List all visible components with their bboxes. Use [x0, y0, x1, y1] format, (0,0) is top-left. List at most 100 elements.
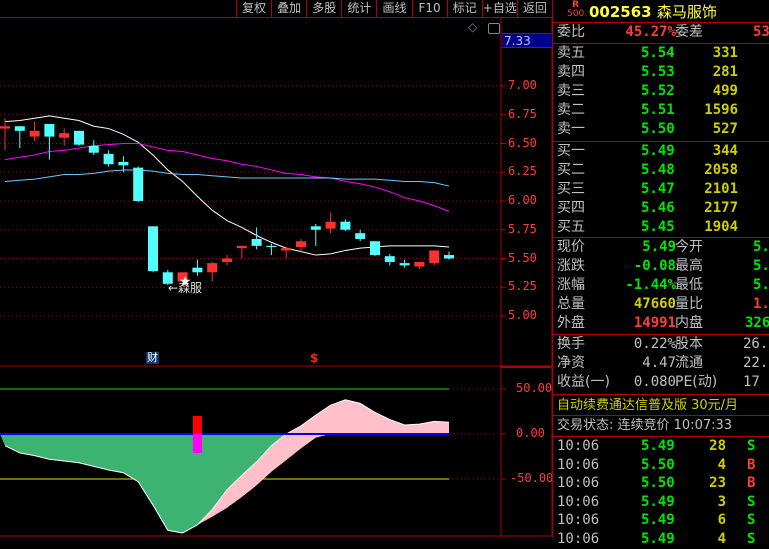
stock-name: 森马服饰 — [656, 3, 717, 21]
fin-row-cell: 股本 — [675, 336, 703, 352]
price-axis-tick: 5.00 — [508, 308, 537, 322]
ask-row: 卖四 5.53 281 — [557, 63, 769, 82]
stat-row-cell: 5. — [753, 258, 769, 274]
weibi-row: 委比 45.27% 委差 53 — [557, 23, 769, 42]
candle-body — [310, 226, 321, 230]
stat-row-cell: 5. — [753, 239, 769, 255]
ask-row-cell: 卖二 — [557, 102, 585, 118]
ask-row-cell: 281 — [712, 64, 738, 80]
ask-row-cell: 5.51 — [641, 102, 675, 118]
tick-row: 10:06 5.49 4 S — [557, 530, 769, 549]
bid-row-cell: 2058 — [704, 162, 738, 178]
ask-row-cell: 5.50 — [641, 121, 675, 137]
tick-row-cell: 4 — [717, 456, 726, 473]
ask-row-cell: 1596 — [704, 102, 738, 118]
ask-row: 卖三 5.52 499 — [557, 82, 769, 101]
bid-row-cell: 2177 — [704, 200, 738, 216]
fin-row: 换手 0.22%股本 26.9 — [557, 335, 769, 354]
candle-body — [14, 126, 25, 131]
candle-body — [281, 248, 292, 251]
bid-row-cell: 买五 — [557, 219, 585, 235]
fin-row-cell: 净资 — [557, 355, 585, 371]
bid-row-cell: 344 — [712, 143, 738, 159]
candle-body — [325, 221, 336, 229]
tick-row-cell: 10:06 — [557, 493, 600, 510]
candle-body — [399, 263, 410, 266]
ask-row-cell: 卖四 — [557, 64, 585, 80]
indicator-axis-tick: 0.00 — [516, 426, 545, 440]
diamond-icon[interactable]: ◇ — [468, 20, 477, 34]
tick-row-cell: S — [747, 512, 756, 528]
ask-row: 卖一 5.50 527 — [557, 120, 769, 139]
tick-row: 10:06 5.50 23 B — [557, 474, 769, 493]
fin-row-cell: 26.9 — [743, 336, 769, 352]
bid-row: 买五 5.45 1904 — [557, 218, 769, 237]
candle-body — [29, 130, 40, 137]
tick-row-cell: 28 — [709, 438, 726, 454]
star-icon: ★ — [179, 274, 192, 290]
ask-row: 卖五 5.54 331 — [557, 44, 769, 63]
price-axis-tick: 5.50 — [508, 250, 537, 265]
stat-row: 涨跌 -0.08 最高 5. — [557, 257, 769, 276]
tick-row-cell: 10:06 — [557, 530, 600, 547]
fin-row-cell: 0.080 — [633, 374, 676, 390]
candle-body — [44, 123, 55, 137]
tick-row-cell: 5.49 — [641, 530, 675, 547]
tick-row: 10:06 5.49 3 S — [557, 493, 769, 512]
candle-body — [370, 241, 380, 256]
stat-row: 总量 47660 量比 1. — [557, 295, 769, 314]
fin-row-cell: 收益(一) — [557, 374, 610, 390]
tick-row-cell: 5.50 — [641, 456, 675, 473]
stock-code: 002563 — [589, 3, 652, 21]
fin-row-cell: PE(动) — [675, 374, 718, 390]
price-axis-tick: 6.00 — [508, 193, 537, 207]
price-axis-tick: 5.75 — [508, 221, 537, 236]
indicator-bar-down — [192, 434, 202, 453]
weibi-row-cell: 委差 — [675, 24, 703, 40]
fin-row-cell: 换手 — [557, 336, 585, 352]
fin-row-cell: 4.47 — [642, 355, 676, 371]
stat-row-cell: 涨跌 — [557, 258, 585, 274]
finance-marker[interactable]: 财 — [146, 352, 159, 364]
trade-status-cell: 交易状态: 连续竞价 10:07:33 — [557, 418, 733, 433]
tick-row-cell: 23 — [709, 475, 726, 491]
tick-row: 10:06 5.49 6 S — [557, 511, 769, 530]
tick-row-cell: 3 — [717, 493, 726, 510]
candle-body — [340, 221, 351, 230]
bid-row: 买四 5.46 2177 — [557, 199, 769, 218]
bid-row-cell: 5.49 — [641, 143, 675, 159]
candle-body — [429, 250, 440, 264]
promo-banner[interactable]: 自动续费通达信普及版 30元/月 — [557, 396, 769, 415]
stat-row-cell: 14991 — [633, 315, 676, 331]
dividend-marker[interactable]: $ — [310, 351, 318, 365]
stat-row-cell: 1. — [753, 296, 769, 312]
price-axis-tick: 5.25 — [508, 279, 537, 294]
panel-toggle-icon[interactable] — [488, 23, 500, 34]
ask-row: 卖二 5.51 1596 — [557, 101, 769, 120]
bid-row-cell: 2101 — [704, 181, 738, 197]
tick-row-cell: S — [747, 438, 756, 454]
ask-row-cell: 卖五 — [557, 45, 585, 61]
stat-row-cell: 最低 — [675, 277, 703, 293]
candle-body — [236, 245, 247, 249]
trade-status: 交易状态: 连续竞价 10:07:33 — [557, 416, 769, 435]
kline-chart[interactable] — [0, 0, 552, 537]
tick-row: 10:06 5.49 28 S — [557, 437, 769, 456]
current-price-label: 7.33 — [502, 33, 552, 48]
stat-row-cell: 今开 — [675, 239, 703, 255]
tick-row-cell: S — [747, 530, 756, 547]
price-axis-tick: 7.00 — [508, 78, 537, 92]
ask-row-cell: 499 — [712, 83, 738, 99]
bid-row: 买一 5.49 344 — [557, 142, 769, 161]
ma-line-1 — [4, 115, 450, 256]
fin-row-cell: 流通 — [675, 355, 703, 371]
bid-row-cell: 1904 — [704, 219, 738, 235]
bid-row-cell: 5.48 — [641, 162, 675, 178]
tick-row-cell: 5.49 — [641, 493, 675, 510]
bid-row-cell: 买三 — [557, 181, 585, 197]
stat-row-cell: 5. — [753, 277, 769, 293]
stat-row-cell: 326 — [745, 315, 769, 331]
tick-row-cell: 10:06 — [557, 512, 600, 528]
bid-row-cell: 买一 — [557, 143, 585, 159]
indicator-axis-tick: -50.00 — [510, 471, 554, 485]
